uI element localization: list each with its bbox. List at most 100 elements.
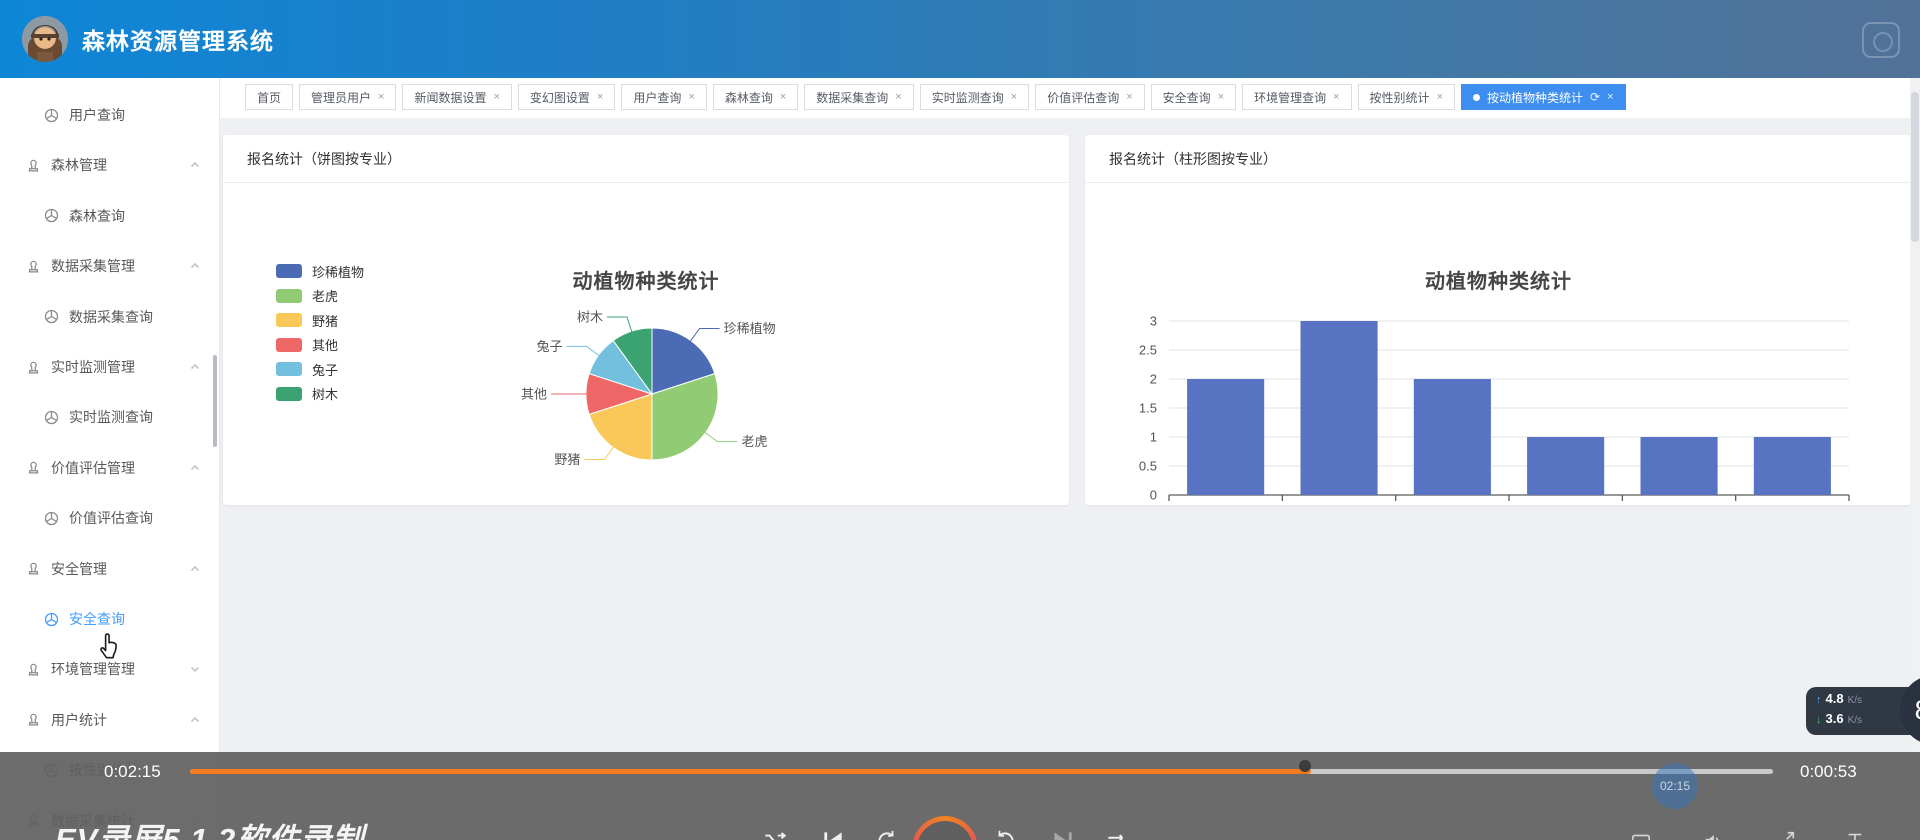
tab-close-icon[interactable]: × xyxy=(1437,91,1443,103)
seek-knob[interactable] xyxy=(1298,760,1311,772)
legend-item-老虎[interactable]: 老虎 xyxy=(276,284,364,309)
chevron-up-icon xyxy=(190,464,200,470)
legend-item-其他[interactable]: 其他 xyxy=(276,333,364,358)
active-tab-dot-icon xyxy=(1473,93,1480,101)
sidebar-scrollbar[interactable] xyxy=(213,355,217,447)
tab-按动植物种类统计[interactable]: 按动植物种类统计 ⟳ × xyxy=(1461,84,1626,110)
tab-价值评估查询[interactable]: 价值评估查询 × xyxy=(1035,84,1145,110)
sidebar-item-用户统计[interactable]: 用户统计 xyxy=(0,694,219,745)
pie-label-兔子: 兔子 xyxy=(536,339,562,354)
next-icon[interactable] xyxy=(1050,828,1076,840)
bar-珍稀植物[interactable] xyxy=(1187,379,1265,495)
usage-percent: 81 xyxy=(1915,695,1920,726)
replay-icon[interactable] xyxy=(874,828,900,840)
tab-label: 安全查询 xyxy=(1162,90,1211,105)
tab-管理员用户[interactable]: 管理员用户 × xyxy=(299,84,397,110)
tab-close-icon[interactable]: × xyxy=(780,91,786,103)
tab-安全查询[interactable]: 安全查询 × xyxy=(1150,84,1237,110)
legend-swatch xyxy=(276,264,302,279)
tab-refresh-icon[interactable]: ⟳ xyxy=(1590,90,1600,104)
pie-label-野猪: 野猪 xyxy=(554,452,580,467)
aperture-icon xyxy=(44,511,59,525)
previous-icon[interactable] xyxy=(820,828,846,840)
tab-close-icon[interactable]: × xyxy=(597,91,603,103)
tab-close-icon[interactable]: × xyxy=(493,91,499,103)
sidebar-item-环境管理管理[interactable]: 环境管理管理 xyxy=(0,644,219,695)
video-player-overlay: 0:02:15 02:15 0:00:53 EV录屏5.1.2软件录制 xyxy=(0,752,1920,840)
tab-label: 管理员用户 xyxy=(311,90,372,105)
legend-swatch xyxy=(276,313,302,328)
pie-chart[interactable]: 动植物种类统计 珍稀植物 老虎 野猪 其他 兔子 树木 珍稀植物 老虎 野猪 其他 兔子 树木 xyxy=(223,183,1069,504)
bar-老虎[interactable] xyxy=(1300,321,1378,495)
volume-icon[interactable] xyxy=(1702,830,1724,840)
page-scrollbar-thumb[interactable] xyxy=(1911,92,1919,242)
tab-close-icon[interactable]: × xyxy=(1333,91,1339,103)
sidebar-item-label: 数据采集管理 xyxy=(51,258,135,275)
tab-新闻数据设置[interactable]: 新闻数据设置 × xyxy=(402,84,512,110)
recorder-ghost-icon[interactable] xyxy=(1862,22,1900,58)
pie-label-珍稀植物: 珍稀植物 xyxy=(724,321,776,336)
tab-用户查询[interactable]: 用户查询 × xyxy=(621,84,707,110)
tab-首页[interactable]: 首页 xyxy=(245,84,294,110)
tab-数据采集查询[interactable]: 数据采集查询 × xyxy=(804,84,914,110)
sidebar-item-价值评估管理[interactable]: 价值评估管理 xyxy=(0,442,219,493)
sidebar-item-安全查询[interactable]: 安全查询 xyxy=(0,594,219,644)
category-stamp-icon xyxy=(28,562,39,575)
bar-树木[interactable] xyxy=(1753,437,1831,495)
sidebar-item-数据采集查询[interactable]: 数据采集查询 xyxy=(0,291,219,342)
tab-close-icon[interactable]: × xyxy=(1218,91,1224,103)
avatar[interactable] xyxy=(22,16,68,62)
sidebar-item-森林管理[interactable]: 森林管理 xyxy=(0,140,219,191)
tab-环境管理查询[interactable]: 环境管理查询 × xyxy=(1242,84,1352,110)
tab-close-icon[interactable]: × xyxy=(378,91,384,103)
pie-label-其他: 其他 xyxy=(521,387,547,402)
sidebar-item-用户查询[interactable]: 用户查询 xyxy=(0,90,219,140)
seek-preview-bubble: 02:15 xyxy=(1652,763,1698,809)
seek-bar[interactable] xyxy=(190,760,1773,774)
tab-label: 按动植物种类统计 xyxy=(1487,90,1584,105)
legend-item-树木[interactable]: 树木 xyxy=(276,382,364,407)
bar-野猪[interactable] xyxy=(1413,379,1491,495)
sidebar-item-label: 环境管理管理 xyxy=(51,661,135,678)
sidebar-item-数据采集管理[interactable]: 数据采集管理 xyxy=(0,241,219,292)
repeat-icon[interactable] xyxy=(1104,828,1130,840)
sidebar-item-label: 实时监测管理 xyxy=(51,359,135,375)
legend-item-野猪[interactable]: 野猪 xyxy=(276,308,364,333)
bar-chart[interactable]: 动植物种类统计 00.511.522.53珍稀植物老虎野猪其他兔子树木 xyxy=(1085,183,1912,504)
tab-label: 森林查询 xyxy=(724,90,773,105)
tab-close-icon[interactable]: × xyxy=(1011,91,1017,103)
aperture-icon xyxy=(44,612,59,626)
tab-变幻图设置[interactable]: 变幻图设置 × xyxy=(517,84,616,110)
legend-item-珍稀植物[interactable]: 珍稀植物 xyxy=(276,259,364,284)
bar-兔子[interactable] xyxy=(1640,437,1718,495)
forward-icon[interactable] xyxy=(992,828,1018,840)
bar-其他[interactable] xyxy=(1527,437,1605,495)
bar-plot[interactable]: 00.511.522.53珍稀植物老虎野猪其他兔子树木 xyxy=(1085,183,1912,504)
sidebar-item-森林查询[interactable]: 森林查询 xyxy=(0,190,219,241)
tab-close-icon[interactable]: × xyxy=(1126,91,1132,103)
legend-label: 其他 xyxy=(312,338,339,354)
tab-按性别统计[interactable]: 按性别统计 × xyxy=(1357,84,1455,110)
chevron-down-icon xyxy=(190,667,200,673)
sidebar-item-实时监测查询[interactable]: 实时监测查询 xyxy=(0,392,219,443)
aperture-icon xyxy=(44,209,59,223)
legend-item-兔子[interactable]: 兔子 xyxy=(276,357,364,382)
tab-实时监测查询[interactable]: 实时监测查询 × xyxy=(919,84,1030,110)
usage-gauge[interactable]: 81 % xyxy=(1894,669,1920,751)
sidebar: 用户查询 森林管理 森林查询数据采集管理数据采集查询实时监测管理实时监测查询 价值评估… xyxy=(0,78,220,840)
sidebar-item-价值评估查询[interactable]: 价值评估查询 xyxy=(0,493,219,544)
sidebar-item-实时监测管理[interactable]: 实时监测管理 xyxy=(0,342,219,392)
tab-close-icon[interactable]: × xyxy=(1607,91,1613,103)
subtitle-icon[interactable] xyxy=(1630,830,1652,840)
tab-close-icon[interactable]: × xyxy=(895,91,901,103)
tab-森林查询[interactable]: 森林查询 × xyxy=(712,84,799,110)
text-tool-icon[interactable] xyxy=(1844,830,1866,840)
tab-close-icon[interactable]: × xyxy=(688,91,694,103)
play-button[interactable] xyxy=(912,816,978,840)
sidebar-item-安全管理[interactable]: 安全管理 xyxy=(0,543,219,594)
bar-panel: 报名统计（柱形图按专业） 动植物种类统计 00.511.522.53珍稀植物老虎… xyxy=(1085,135,1912,505)
shuffle-icon[interactable] xyxy=(762,828,788,840)
pie-legend: 珍稀植物 老虎 野猪其他兔子 树木 xyxy=(276,259,364,406)
fullscreen-icon[interactable] xyxy=(1774,830,1796,840)
download-arrow-icon: ↓ xyxy=(1816,714,1822,726)
